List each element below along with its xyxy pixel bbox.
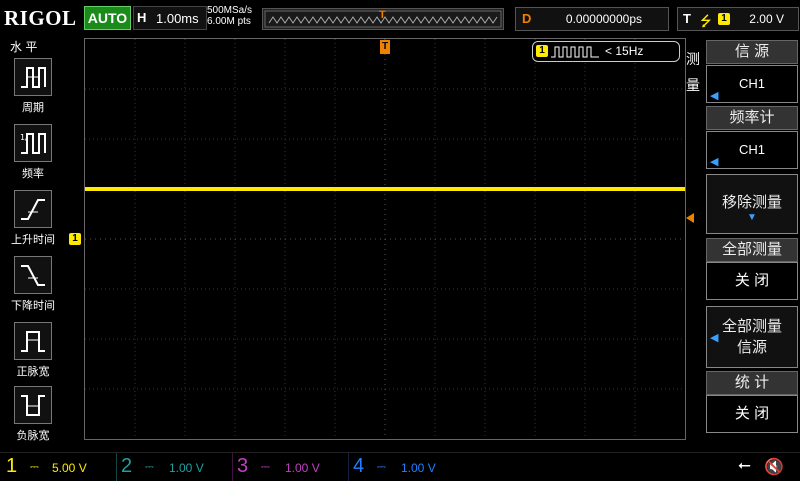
trigger-box[interactable]: T ⭍ 1 2.00 V xyxy=(677,7,799,31)
period-icon xyxy=(14,58,52,96)
ch1-status[interactable]: 1 ⎓ 5.00 V xyxy=(0,453,114,481)
rise-time-icon xyxy=(14,190,52,228)
measure-rise-time-button[interactable]: 上升时间 xyxy=(8,190,58,247)
all-measure-title: 全部测量 xyxy=(706,238,798,262)
memory-overview-bar[interactable]: T xyxy=(262,8,504,30)
ch2-status[interactable]: 2 ⎓ 1.00 V xyxy=(116,453,231,481)
fall-time-label: 下降时间 xyxy=(11,300,55,312)
measure-menu-title: 测 量 xyxy=(686,51,700,93)
graticule xyxy=(85,39,685,439)
ch4-status[interactable]: 4 ⎓ 1.00 V xyxy=(348,453,463,481)
trigger-source-badge: 1 xyxy=(718,13,730,25)
timebase-value: 1.00ms xyxy=(156,11,199,26)
negative-width-label: 负脉宽 xyxy=(16,430,50,442)
delay-box[interactable]: D 0.00000000ps xyxy=(515,7,669,31)
speaker-mute-icon[interactable]: 🔇 xyxy=(764,457,784,477)
frequency-label: 频率 xyxy=(22,168,44,180)
negative-width-icon xyxy=(14,386,52,424)
measure-negative-width-button[interactable]: 负脉宽 xyxy=(8,386,58,443)
timebase-key: H xyxy=(137,10,147,25)
frequency-counter-value: < 15Hz xyxy=(605,44,644,58)
frequency-counter-readout: 1 < 15Hz xyxy=(532,41,680,62)
measure-channel-badge: 1 xyxy=(536,45,548,57)
source-select[interactable]: ◀ CH1 xyxy=(706,65,798,103)
frequency-counter-title: 频率计 xyxy=(706,106,798,130)
top-bar: RIGOL AUTO H 1.00ms 500MSa/s 6.00M pts T… xyxy=(0,0,800,34)
memory-depth: 6.00M pts xyxy=(207,16,251,27)
dc-coupling-icon: ⎓ xyxy=(261,461,270,473)
rise-time-label: 上升时间 xyxy=(11,234,55,246)
remove-measure-button[interactable]: 移除测量 ▼ xyxy=(706,174,798,234)
all-measure-source-button[interactable]: ◀ 全部测量 信源 xyxy=(706,306,798,368)
waveform-display[interactable] xyxy=(84,38,686,440)
dc-coupling-icon: ⎓ xyxy=(30,461,39,473)
chevron-down-icon: ▼ xyxy=(747,212,757,223)
horizontal-menu-title: 水 平 xyxy=(10,40,38,54)
trigger-key: T xyxy=(683,11,691,26)
delay-value: 0.00000000ps xyxy=(565,12,642,26)
delay-key: D xyxy=(522,11,532,26)
dc-coupling-icon: ⎓ xyxy=(145,461,154,473)
all-measure-toggle[interactable]: 关 闭 xyxy=(706,262,798,300)
dc-coupling-icon: ⎓ xyxy=(377,461,386,473)
measure-fall-time-button[interactable]: 下降时间 xyxy=(8,256,58,313)
auto-button[interactable]: AUTO xyxy=(84,6,131,30)
rising-edge-icon: ⭍ xyxy=(700,13,712,29)
ch3-status[interactable]: 3 ⎓ 1.00 V xyxy=(232,453,347,481)
measure-period-button[interactable]: 周期 xyxy=(8,58,58,115)
positive-width-label: 正脉宽 xyxy=(16,366,50,378)
measure-frequency-button[interactable]: 1/ 频率 xyxy=(8,124,58,181)
channel-status-bar: 1 ⎓ 5.00 V 2 ⎓ 1.00 V 3 ⎓ 1.00 V 4 ⎓ 1.0… xyxy=(0,452,800,481)
timebase-box[interactable]: H 1.00ms xyxy=(133,6,207,30)
memory-trigger-marker: T xyxy=(379,9,386,21)
positive-width-icon xyxy=(14,322,52,360)
trigger-level: 2.00 V xyxy=(749,12,784,26)
statistics-title: 统 计 xyxy=(706,371,798,395)
sample-rate: 500MSa/s xyxy=(207,5,253,16)
left-arrow-icon: ◀ xyxy=(710,332,719,344)
frequency-counter-select[interactable]: ◀ CH1 xyxy=(706,131,798,169)
pulse-train-icon xyxy=(551,46,599,58)
trigger-level-marker[interactable] xyxy=(686,213,694,223)
period-label: 周期 xyxy=(22,102,44,114)
fall-time-icon xyxy=(14,256,52,294)
source-title: 信 源 xyxy=(706,40,798,64)
rigol-logo: RIGOL xyxy=(4,6,77,30)
ch1-offset-marker[interactable]: 1 xyxy=(69,233,81,245)
statistics-toggle[interactable]: 关 闭 xyxy=(706,395,798,433)
measure-positive-width-button[interactable]: 正脉宽 xyxy=(8,322,58,379)
trigger-position-marker[interactable]: T xyxy=(380,40,390,54)
usb-icon: ⭠ xyxy=(738,457,751,474)
frequency-icon: 1/ xyxy=(14,124,52,162)
svg-text:1/: 1/ xyxy=(20,133,28,142)
acquisition-info: 500MSa/s 6.00M pts xyxy=(207,5,252,27)
